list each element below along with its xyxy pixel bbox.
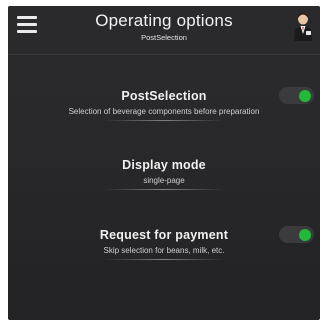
postselection-toggle[interactable] (279, 87, 314, 104)
option-postselection: PostSelection Selection of beverage comp… (8, 89, 320, 121)
toggle-knob (299, 89, 311, 102)
divider-line (104, 259, 224, 260)
divider-line (104, 120, 224, 121)
request-for-payment-toggle[interactable] (279, 226, 314, 243)
option-request-for-payment: Request for payment Skip selection for b… (8, 228, 320, 260)
option-description: Selection of beverage components before … (68, 107, 260, 116)
option-value: single-page (143, 176, 185, 185)
header-bar: Operating options PostSelection (8, 6, 320, 55)
option-display-mode[interactable]: Display mode single-page (8, 158, 320, 190)
option-label: PostSelection (121, 89, 207, 103)
page-subtitle: PostSelection (141, 33, 187, 42)
option-description: Skip selection for beans, milk, etc. (103, 246, 225, 255)
page-title: Operating options (95, 11, 233, 30)
divider-line (104, 189, 224, 190)
user-avatar-icon[interactable] (292, 12, 314, 42)
operating-options-screen: Operating options PostSelection PostSele… (8, 6, 320, 320)
option-label: Display mode (122, 158, 206, 172)
toggle-knob (299, 228, 311, 241)
option-label: Request for payment (99, 228, 229, 242)
